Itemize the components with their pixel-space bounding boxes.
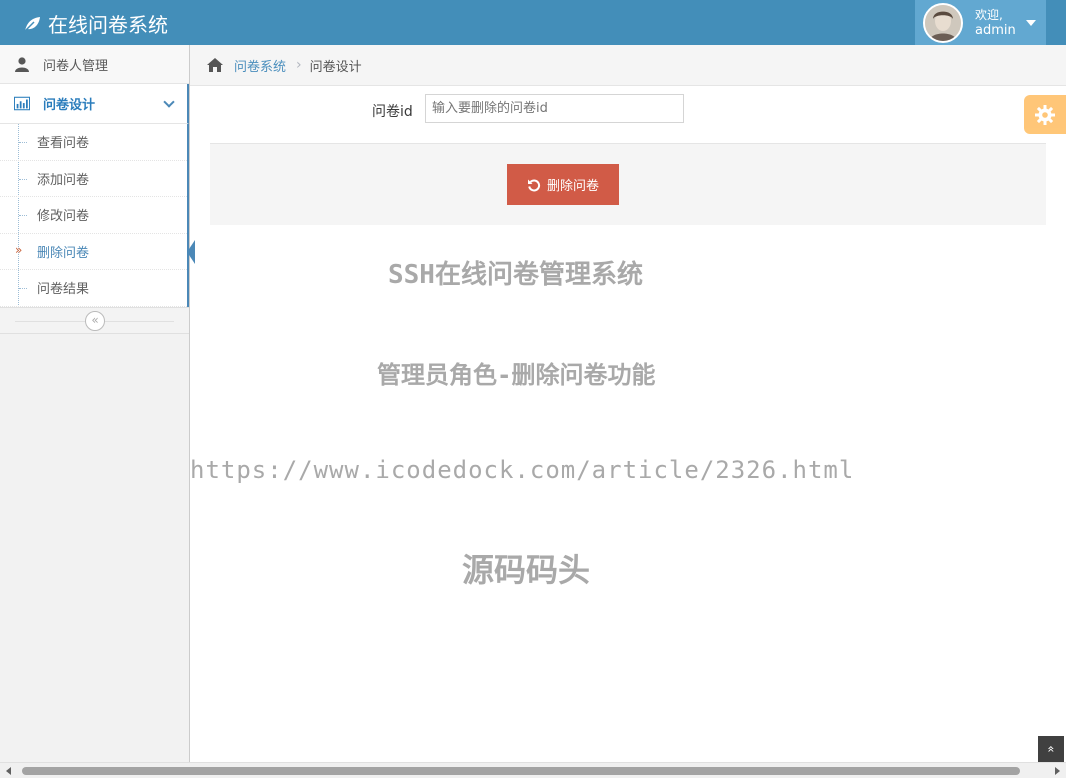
bar-chart-icon bbox=[14, 96, 30, 112]
form-row: 问卷id bbox=[190, 86, 1066, 143]
scroll-right-arrow-icon[interactable] bbox=[1055, 767, 1060, 775]
submenu-item-label: 修改问卷 bbox=[37, 209, 90, 225]
home-icon[interactable] bbox=[206, 57, 224, 73]
delete-button-label: 删除问卷 bbox=[546, 179, 599, 194]
submenu-item-label: 问卷结果 bbox=[37, 282, 90, 298]
user-menu[interactable]: 欢迎, admin bbox=[915, 0, 1046, 45]
scrollbar-thumb[interactable] bbox=[22, 767, 1020, 775]
brand[interactable]: 在线问卷系统 bbox=[22, 9, 168, 38]
user-greeting: 欢迎, bbox=[975, 7, 1003, 22]
sidebar-item-label: 问卷人管理 bbox=[43, 58, 109, 74]
submenu-item-view[interactable]: 查看问卷 bbox=[0, 124, 187, 161]
submenu-item-label: 添加问卷 bbox=[37, 172, 90, 188]
scroll-left-arrow-icon[interactable] bbox=[6, 767, 11, 775]
submenu-item-results[interactable]: 问卷结果 bbox=[0, 270, 187, 307]
settings-button[interactable] bbox=[1024, 95, 1066, 134]
submenu-item-label: 删除问卷 bbox=[37, 245, 90, 261]
user-info: 欢迎, admin bbox=[975, 8, 1016, 38]
breadcrumb-link[interactable]: 问卷系统 bbox=[234, 56, 286, 75]
submenu-item-edit[interactable]: 修改问卷 bbox=[0, 197, 187, 234]
sidebar-collapse-bar: « bbox=[0, 306, 189, 334]
double-angle-right-icon: » bbox=[15, 242, 23, 257]
submenu: 查看问卷 添加问卷 修改问卷 » 删除问卷 问卷结果 bbox=[0, 124, 195, 307]
breadcrumb-separator-icon: › bbox=[296, 57, 302, 73]
top-navbar: 在线问卷系统 欢迎, admin bbox=[0, 0, 1066, 45]
watermark-source: 源码码头 bbox=[462, 551, 591, 589]
undo-icon bbox=[527, 179, 541, 191]
gear-icon bbox=[1035, 104, 1055, 125]
avatar bbox=[923, 2, 963, 43]
breadcrumb: 问卷系统 › 问卷设计 bbox=[190, 45, 1066, 86]
chevron-down-icon bbox=[163, 96, 175, 108]
sidebar-item-questionnaire-design[interactable]: 问卷设计 bbox=[0, 84, 189, 124]
brand-title: 在线问卷系统 bbox=[48, 13, 168, 37]
user-icon bbox=[14, 56, 30, 72]
questionnaire-id-input[interactable] bbox=[425, 94, 684, 123]
delete-questionnaire-button[interactable]: 删除问卷 bbox=[507, 164, 619, 205]
sidebar: 问卷人管理 问卷设计 查看问卷 添加问卷 修改问卷 » 删除问卷 问卷结果 « bbox=[0, 45, 195, 778]
submenu-item-add[interactable]: 添加问卷 bbox=[0, 161, 187, 197]
scroll-to-top-button[interactable]: » bbox=[1038, 736, 1064, 762]
submenu-item-delete[interactable]: » 删除问卷 bbox=[0, 234, 195, 270]
caret-down-icon[interactable] bbox=[1025, 19, 1036, 26]
watermark-url: https://www.icodedock.com/article/2326.h… bbox=[190, 456, 855, 484]
double-chevron-left-icon[interactable]: « bbox=[85, 310, 105, 331]
watermark-title: SSH在线问卷管理系统 bbox=[388, 260, 643, 290]
username: admin bbox=[975, 22, 1016, 38]
sidebar-item-label: 问卷设计 bbox=[43, 98, 96, 113]
breadcrumb-current: 问卷设计 bbox=[309, 59, 362, 75]
leaf-icon bbox=[23, 16, 40, 33]
submenu-item-label: 查看问卷 bbox=[37, 136, 90, 152]
active-pointer bbox=[187, 239, 195, 264]
double-chevron-up-icon: » bbox=[1044, 745, 1058, 753]
horizontal-scrollbar[interactable] bbox=[0, 762, 1066, 778]
sidebar-item-respondent-management[interactable]: 问卷人管理 bbox=[0, 45, 189, 84]
watermark-subtitle: 管理员角色-删除问卷功能 bbox=[377, 361, 656, 389]
form-actions: 删除问卷 bbox=[210, 143, 1046, 225]
questionnaire-id-label: 问卷id bbox=[372, 104, 413, 120]
